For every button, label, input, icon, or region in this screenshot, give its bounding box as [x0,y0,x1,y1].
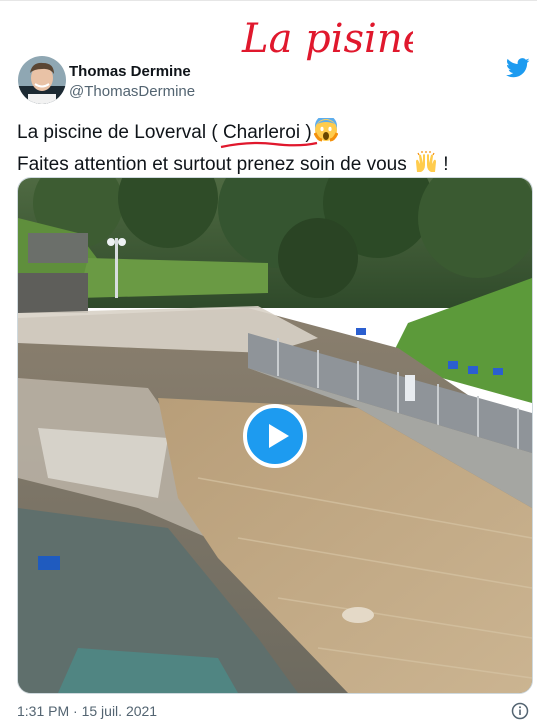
tweet-text-part: La piscine de Loverval ( [17,122,223,143]
tweet-text-part: ! [438,154,449,175]
handwritten-note: La pisine [241,16,413,62]
tweet-line-1: La piscine de Loverval ( Charleroi ) [17,115,527,150]
tweet-text-part: Faites attention et surtout prenez soin … [17,154,407,175]
avatar[interactable] [18,56,66,104]
underlined-word: Charleroi [220,120,318,149]
play-icon [269,424,289,448]
tweet-card: La pisine Thomas Dermine @ThomasDermine … [0,0,537,728]
author-handle[interactable]: @ThomasDermine [69,83,195,100]
handwritten-underline [220,141,318,149]
author-name[interactable]: Thomas Dermine [69,63,191,80]
tweet-timestamp[interactable]: 1:31 PM · 15 juil. 2021 [17,703,157,719]
twitter-bird-icon[interactable] [506,58,530,78]
handwritten-annotation: La pisine [241,16,413,62]
tweet-text: La piscine de Loverval ( Charleroi ) Fai… [17,115,527,182]
play-button[interactable] [243,404,307,468]
info-icon[interactable] [511,702,529,720]
video-thumbnail[interactable] [17,177,533,694]
